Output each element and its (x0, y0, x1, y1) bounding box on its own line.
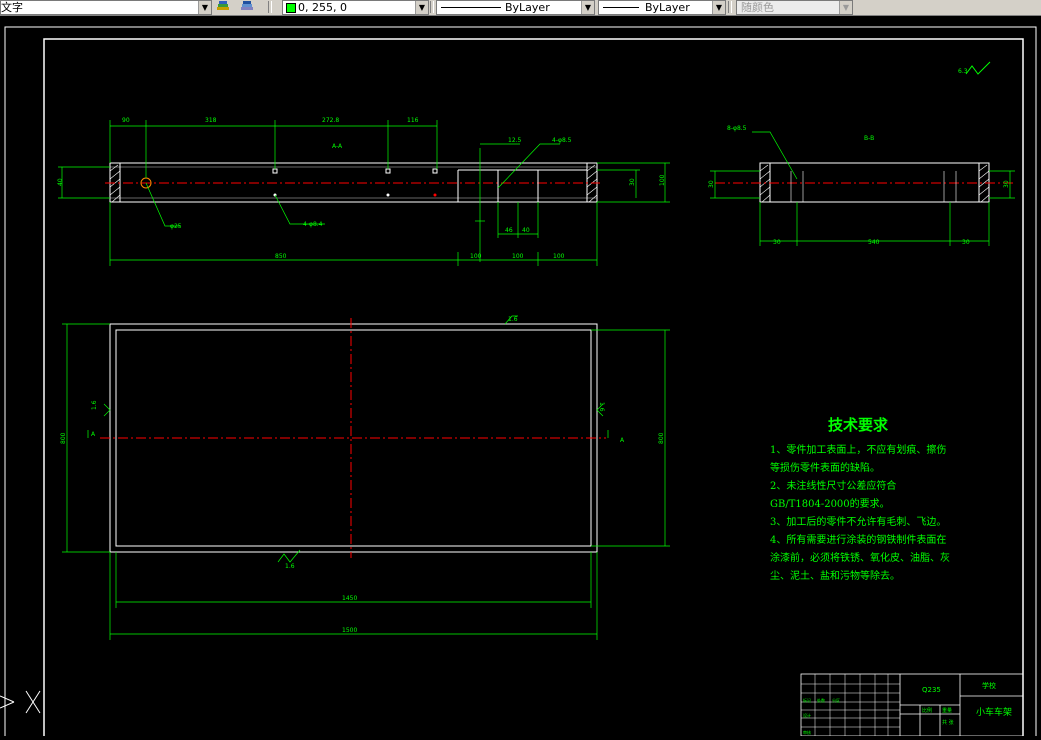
lineweight-dropdown[interactable]: ByLayer ▼ (598, 0, 726, 15)
title-block-small-text: 标记 处数 分区 设计审核 (803, 697, 840, 735)
scale-label: 比例 (922, 707, 932, 714)
sheet-inner-border (43, 38, 1024, 740)
chevron-down-icon[interactable]: ▼ (581, 1, 594, 14)
dim-label: A-A (332, 143, 343, 150)
chevron-down-icon: ▼ (839, 1, 852, 14)
dim-label: φ25 (170, 223, 182, 230)
dim-label: 8-φ8.5 (727, 125, 747, 132)
chevron-down-icon[interactable]: ▼ (712, 1, 725, 14)
drawing-canvas[interactable]: 6.3 90 318 272.8 116 850 40 100 30 φ25 4… (0, 16, 1041, 740)
sheet-outer-border (4, 26, 1037, 740)
note-line: 2、未注线性尺寸公差应符合GB/T1804-2000的要求。 (770, 481, 897, 510)
lineweight-value: ByLayer (645, 1, 690, 14)
notes-title: 技术要求 (828, 416, 889, 434)
chevron-down-icon[interactable]: ▼ (198, 1, 211, 14)
dim-label: 30 (1003, 180, 1010, 188)
dim-label: 4-φ8.5 (552, 137, 572, 144)
text-style-dropdown[interactable]: 文字 ▼ (0, 0, 212, 15)
dim-label: 46 (505, 227, 513, 234)
color-value: 0, 255, 0 (298, 1, 347, 14)
chevron-down-icon[interactable]: ▼ (415, 1, 428, 14)
dim-label: 30 (629, 178, 636, 186)
sheet-label: 共 张 (942, 719, 954, 726)
dim-label: 90 (122, 117, 130, 124)
dim-label: 100 (512, 253, 524, 260)
dim-label: 30 (708, 180, 715, 188)
svg-text:标记: 标记 (803, 697, 811, 703)
title-block-text: Q235 学校 小车车架 比例 重量 共 张 (922, 681, 1012, 726)
layer-icon[interactable] (216, 1, 230, 13)
front-view (105, 162, 600, 203)
dim-label: 116 (407, 117, 419, 124)
front-view-dimensions (58, 120, 670, 266)
dim-label: A (620, 437, 625, 444)
dim-label: 1450 (342, 595, 357, 602)
roughness-symbol: 6.3 (958, 61, 991, 75)
dim-label: 100 (659, 174, 666, 186)
dim-label: B-B (864, 135, 874, 142)
text-style-value: 文字 (1, 1, 23, 14)
dim-label: 800 (658, 432, 665, 444)
dim-label: 1.6 (91, 400, 98, 410)
plan-view-dimension-labels: 1.6 1.6 1450 1500 800 800 1.6 1.6 A A (60, 316, 665, 634)
plot-style-dropdown: 随颜色 ▼ (736, 0, 853, 15)
plot-style-value: 随颜色 (741, 1, 774, 14)
note-line: 4、所有需要进行涂装的钢铁制件表面在涂漆前，必须将铁锈、氧化皮、油脂、灰尘、泥土… (770, 535, 950, 582)
dim-label: 540 (868, 239, 880, 246)
svg-text:审核: 审核 (803, 729, 811, 735)
svg-text:分区: 分区 (832, 697, 840, 703)
color-dropdown[interactable]: 0, 255, 0 ▼ (282, 0, 429, 15)
dim-label: 850 (275, 253, 287, 260)
dim-label: 272.8 (322, 117, 339, 124)
technical-requirements: 技术要求 1、零件加工表面上，不应有划痕、擦伤等损伤零件表面的缺陷。 2、未注线… (770, 416, 950, 586)
weight-label: 重量 (942, 707, 952, 714)
linetype-value: ByLayer (505, 1, 550, 14)
plan-view (100, 318, 606, 558)
svg-text:处数: 处数 (817, 697, 825, 703)
plan-view-dimensions (62, 315, 670, 640)
svg-text:设计: 设计 (803, 712, 811, 718)
dim-label: 40 (522, 227, 530, 234)
company-label: 学校 (982, 681, 996, 690)
dim-label: 4-φ8.4 (303, 221, 323, 228)
side-view (715, 162, 1015, 203)
dim-label: A (91, 431, 96, 438)
dim-label: 1500 (342, 627, 357, 634)
ucs-icon (0, 690, 41, 714)
layer-states-icon[interactable] (240, 1, 254, 13)
dim-label: 100 (470, 253, 482, 260)
dim-label: 100 (553, 253, 565, 260)
properties-toolbar: 文字 ▼ 0, 255, 0 ▼ ByLayer ▼ ByLayer ▼ 随颜色… (0, 0, 1041, 16)
note-line: 3、加工后的零件不允许有毛刺、飞边。 (770, 517, 947, 528)
side-view-dimension-labels: 8-φ8.5 B-B 30 540 30 30 30 (708, 125, 1010, 246)
note-line: 1、零件加工表面上，不应有划痕、擦伤等损伤零件表面的缺陷。 (770, 445, 947, 474)
dim-label: 1.6 (285, 563, 295, 570)
color-swatch (286, 3, 296, 13)
dim-label: 800 (60, 432, 67, 444)
dim-label: 40 (57, 178, 64, 186)
dim-label: 12.5 (508, 137, 522, 144)
dim-label: 30 (962, 239, 970, 246)
dim-label: 318 (205, 117, 217, 124)
dim-label: 30 (773, 239, 781, 246)
dim-label: 1.6 (598, 402, 605, 412)
dim-label: 1.6 (508, 316, 518, 323)
linetype-dropdown[interactable]: ByLayer ▼ (436, 0, 595, 15)
material-label: Q235 (922, 686, 941, 694)
part-name: 小车车架 (976, 706, 1012, 718)
roughness-label: 6.3 (958, 68, 968, 75)
cad-drawing: 6.3 90 318 272.8 116 850 40 100 30 φ25 4… (0, 26, 1037, 740)
side-view-dimensions (710, 131, 1015, 246)
